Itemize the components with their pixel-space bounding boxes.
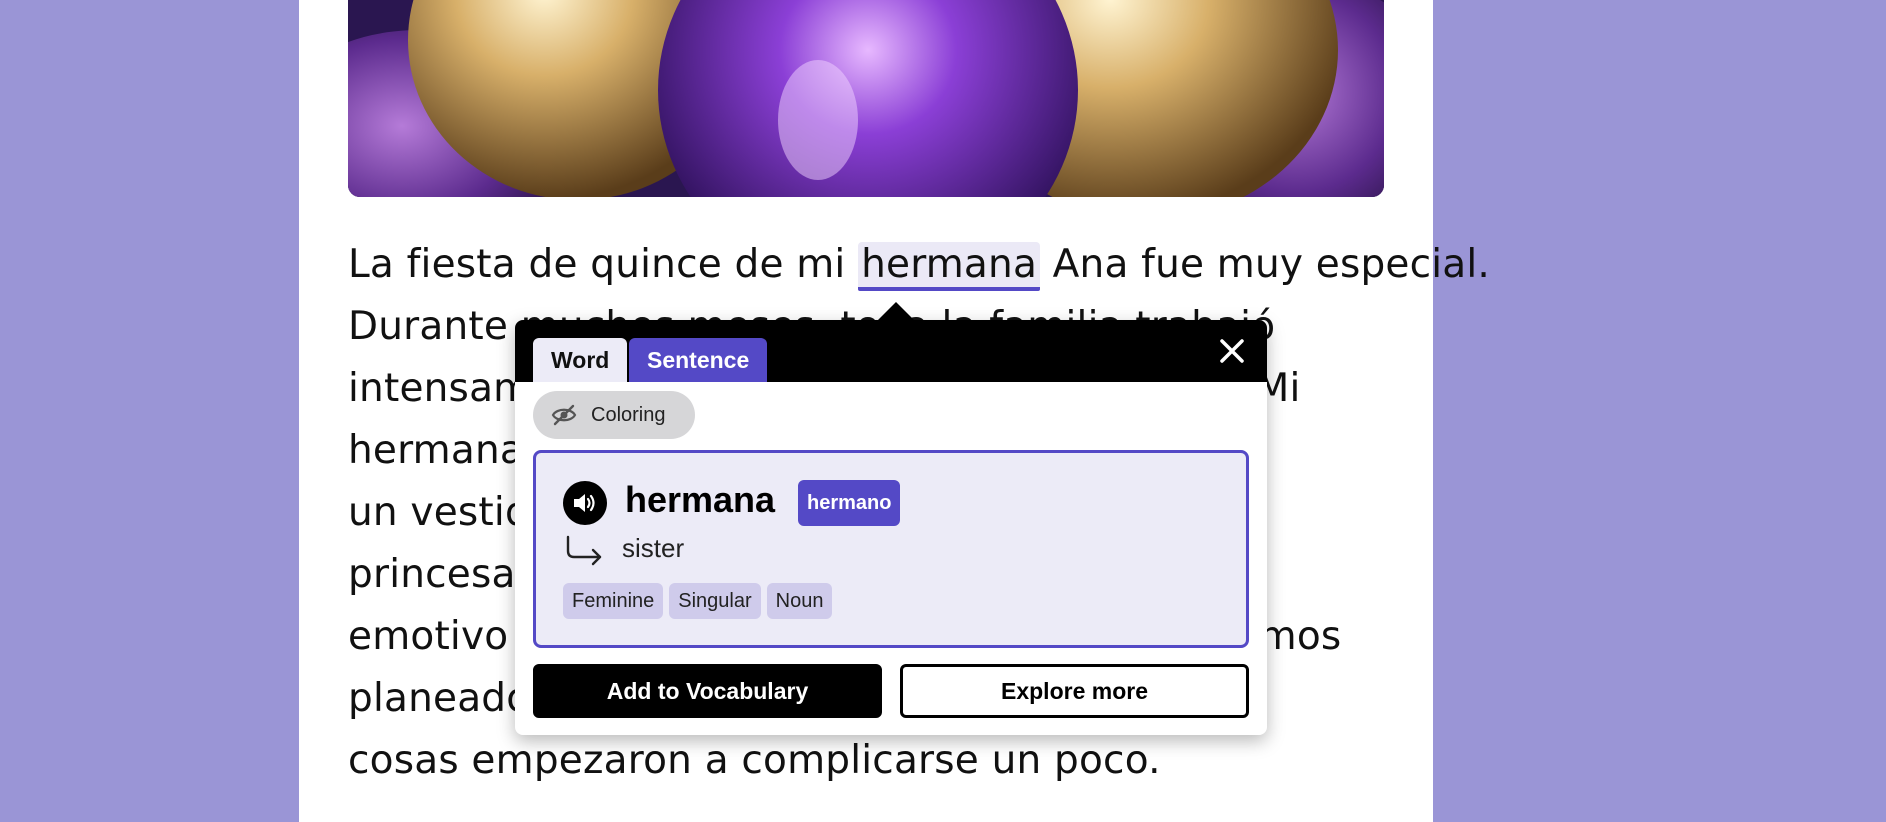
tab-sentence[interactable]: Sentence [629, 338, 768, 382]
tag-number: Singular [669, 583, 761, 619]
grammar-tags: Feminine Singular Noun [563, 583, 838, 619]
arrow-turn-down-right-icon [566, 535, 602, 566]
close-icon [1220, 339, 1244, 363]
play-audio-button[interactable] [563, 481, 607, 525]
tag-part-of-speech: Noun [766, 583, 833, 619]
popup-header: Word Sentence [515, 320, 1267, 382]
tag-gender: Feminine [563, 583, 664, 619]
story-line[interactable]: cosas empezaron a complicarse un poco. [348, 730, 1398, 792]
speaker-icon [574, 494, 595, 512]
highlighted-word[interactable]: hermana [858, 242, 1041, 291]
story-word[interactable]: La fiesta de quince de mi [348, 242, 858, 287]
word-card: hermana hermano sister Feminine Singular N… [533, 450, 1249, 648]
story-word[interactable]: Ana fue muy especial. [1040, 242, 1490, 287]
word-title: hermana [625, 479, 776, 520]
story-image [348, 0, 1384, 197]
tab-word[interactable]: Word [533, 338, 628, 382]
lemma-badge[interactable]: hermano [798, 480, 901, 526]
word-popup: Word Sentence Coloring hermana hermano s… [515, 320, 1267, 735]
coloring-label: Coloring [591, 404, 666, 426]
explore-more-button[interactable]: Explore more [900, 664, 1249, 718]
translation-text: sister [622, 533, 685, 563]
add-to-vocabulary-button[interactable]: Add to Vocabulary [533, 664, 882, 718]
eye-slash-icon [551, 404, 577, 426]
close-button[interactable] [1213, 332, 1251, 370]
coloring-toggle[interactable]: Coloring [533, 391, 695, 439]
popup-pointer [876, 302, 916, 322]
story-line: La fiesta de quince de mi hermana Ana fu… [348, 234, 1490, 296]
